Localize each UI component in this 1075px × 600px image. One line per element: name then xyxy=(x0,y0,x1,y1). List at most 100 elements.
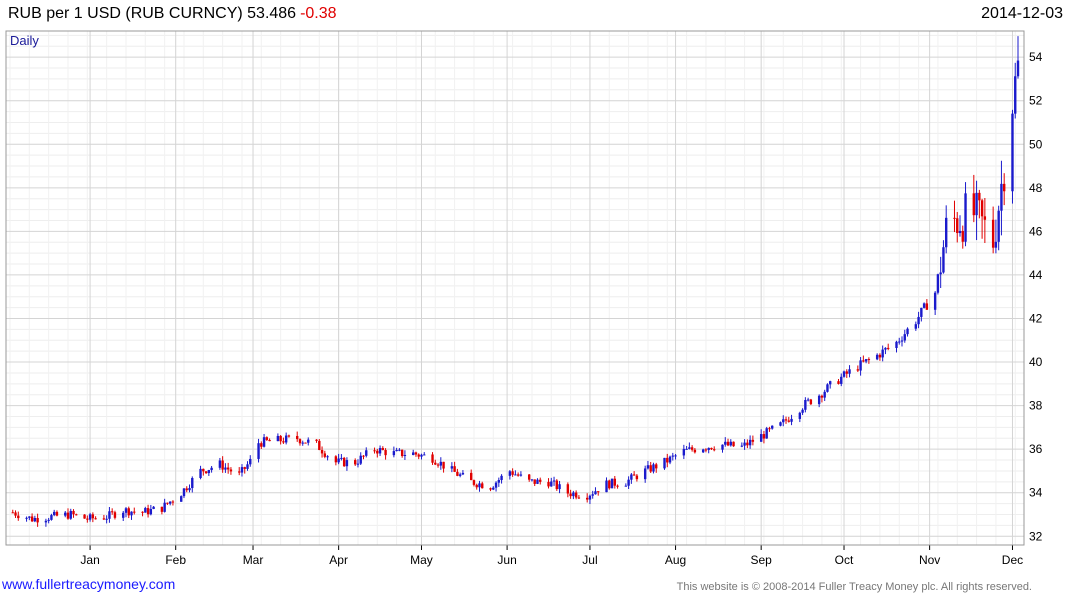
candle-body xyxy=(1014,76,1017,114)
candle-body xyxy=(149,508,153,515)
candle-body xyxy=(533,479,536,484)
candle-body xyxy=(768,428,771,430)
candle-body xyxy=(268,439,271,442)
candle-body xyxy=(1016,60,1020,77)
candle-body xyxy=(790,418,793,422)
candle-body xyxy=(782,419,785,423)
candle-body xyxy=(475,484,478,488)
candle-body xyxy=(514,474,517,476)
candle-body xyxy=(572,492,575,497)
candle-body xyxy=(804,399,807,410)
candle-body xyxy=(635,475,639,480)
candle-body xyxy=(431,454,434,463)
candle-body xyxy=(964,193,967,242)
candle-body xyxy=(508,471,512,476)
candle-body xyxy=(652,464,655,472)
candle-body xyxy=(417,454,420,457)
x-tick-label: Jun xyxy=(497,553,516,567)
candle-body xyxy=(845,371,848,374)
website-link[interactable]: www.fullertreacymoney.com xyxy=(2,576,175,592)
candle-body xyxy=(867,359,871,361)
x-tick-label: Mar xyxy=(243,553,264,567)
candle-body xyxy=(472,480,476,485)
candle-body xyxy=(978,192,981,201)
candle-body xyxy=(359,455,362,464)
candle-body xyxy=(588,495,592,500)
candle-body xyxy=(152,506,155,509)
candle-body xyxy=(69,510,72,519)
candle-body xyxy=(439,461,443,466)
x-tick-label: Dec xyxy=(1002,553,1023,567)
candle-body xyxy=(956,218,959,234)
y-tick-label: 54 xyxy=(1029,50,1043,64)
candle-body xyxy=(50,515,53,520)
candle-body xyxy=(530,479,534,481)
candle-body xyxy=(779,422,782,426)
candle-body xyxy=(72,510,75,515)
candle-body xyxy=(997,210,1000,242)
candle-body xyxy=(591,494,594,496)
candle-body xyxy=(759,434,763,442)
candle-body xyxy=(262,437,266,447)
candle-body xyxy=(337,458,340,463)
candle-body xyxy=(127,508,130,516)
candle-body xyxy=(166,502,169,504)
candle-body xyxy=(33,517,37,522)
candle-body xyxy=(276,435,280,442)
candle-body xyxy=(94,518,97,520)
candle-body xyxy=(354,460,357,465)
candle-body xyxy=(315,439,318,441)
candle-body xyxy=(442,461,445,469)
candle-body xyxy=(933,292,937,310)
candle-body xyxy=(47,519,50,521)
y-tick-label: 38 xyxy=(1029,399,1043,413)
candle-body xyxy=(133,511,136,513)
candle-body xyxy=(558,484,561,490)
candle-body xyxy=(920,307,923,317)
candle-body xyxy=(864,359,868,362)
candle-body xyxy=(180,496,183,502)
candle-body xyxy=(378,448,382,454)
candle-body xyxy=(975,192,978,216)
candle-body xyxy=(420,454,423,457)
candle-body xyxy=(594,491,597,495)
candle-body xyxy=(320,450,324,454)
candle-body xyxy=(88,514,92,520)
candle-body xyxy=(52,511,56,516)
candle-body xyxy=(958,230,962,234)
candle-body xyxy=(64,512,67,516)
period-label: Daily xyxy=(10,33,39,48)
candle-body xyxy=(249,458,252,465)
plot-frame xyxy=(5,30,1025,546)
candle-body xyxy=(608,480,611,489)
x-tick-label: Sep xyxy=(750,553,772,567)
candle-body xyxy=(130,511,133,516)
candle-body xyxy=(279,435,282,442)
candle-body xyxy=(481,483,484,489)
candle-body xyxy=(287,435,291,437)
candle-body xyxy=(185,488,188,491)
candle-body xyxy=(701,449,705,453)
candle-body xyxy=(318,440,321,451)
candle-body xyxy=(11,512,14,514)
candle-body xyxy=(655,464,658,469)
candle-body xyxy=(14,512,17,516)
y-tick-label: 52 xyxy=(1029,94,1043,108)
candle-body xyxy=(713,449,716,451)
candle-body xyxy=(762,434,766,439)
candle-body xyxy=(787,420,790,422)
y-tick-label: 32 xyxy=(1029,529,1043,543)
candle-body xyxy=(202,468,205,472)
candle-body xyxy=(365,450,368,456)
candle-body xyxy=(519,474,523,476)
candle-body xyxy=(17,515,20,519)
candle-body xyxy=(453,466,456,472)
candle-body xyxy=(936,274,940,293)
candle-body xyxy=(25,517,28,519)
candle-body xyxy=(188,488,191,491)
candle-body xyxy=(44,520,48,523)
candle-body xyxy=(632,474,636,476)
copyright-notice: This website is © 2008-2014 Fuller Treac… xyxy=(676,581,1032,593)
candle-body xyxy=(574,492,578,498)
candle-body xyxy=(643,468,647,480)
